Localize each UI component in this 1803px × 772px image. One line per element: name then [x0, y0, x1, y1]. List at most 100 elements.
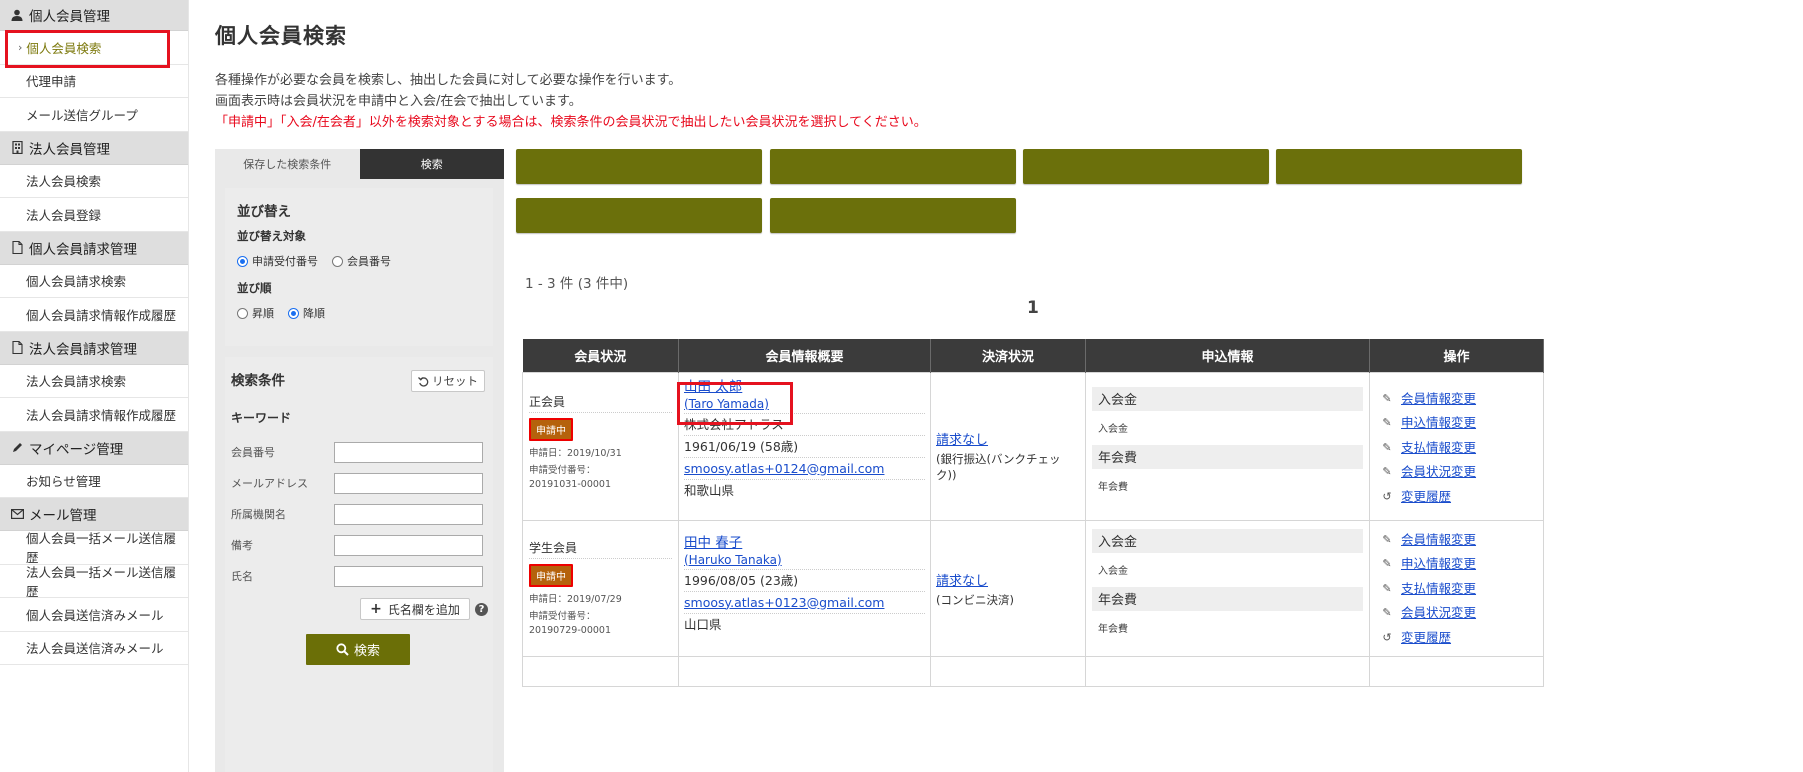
sidebar-section-label: 法人会員請求管理: [29, 341, 137, 358]
sidebar-item-corporate-sent-mail[interactable]: 法人会員送信済みメール: [0, 631, 188, 665]
sidebar-section-individual-billing[interactable]: 個人会員請求管理: [0, 231, 188, 265]
document-icon: [10, 341, 24, 355]
sidebar-item-corporate-bulk-mail[interactable]: 法人会員一括メール送信履歴: [0, 564, 188, 599]
sidebar-section-corporate-billing[interactable]: 法人会員請求管理: [0, 331, 188, 365]
description-line: 画面表示時は会員状況を申請中と入会/在会で抽出しています。: [215, 94, 582, 109]
radio-label: 会員番号: [347, 255, 391, 268]
member-name-link[interactable]: 田中 春子: [684, 535, 925, 552]
member-number-input[interactable]: [334, 441, 483, 463]
page-number-link[interactable]: 1: [1027, 298, 1039, 318]
search-panel: 保存した検索条件 検索 並び替え 並び替え対象 申請受付番号 会員番号 並び順: [215, 149, 504, 772]
search-icon: [336, 643, 349, 656]
op-edit-member[interactable]: ✎ 会員情報変更: [1380, 387, 1543, 412]
status-badge: 申請中: [529, 417, 573, 441]
member-prefecture: 山口県: [684, 616, 722, 632]
sort-target-receipt-radio[interactable]: 申請受付番号: [237, 253, 318, 269]
history-icon: ↺: [1382, 630, 1392, 644]
search-label: 検索: [353, 644, 380, 659]
member-birthdate: 1961/06/19 (58歳): [684, 436, 925, 458]
receipt-label: 申請受付番号：: [529, 610, 596, 622]
name-input[interactable]: [334, 565, 483, 587]
sidebar-section-corporate-members[interactable]: 法人会員管理: [0, 131, 188, 165]
sidebar-item-mail-group[interactable]: メール送信グループ: [0, 98, 188, 132]
op-edit-member[interactable]: ✎ 会員情報変更: [1380, 528, 1543, 553]
member-email-link[interactable]: smoosy.atlas+0124@gmail.com: [684, 461, 884, 476]
sidebar-section-mypage[interactable]: マイページ管理: [0, 431, 188, 465]
sidebar-section-label: マイページ管理: [29, 441, 124, 458]
sidebar-item-individual-search[interactable]: › 個人会員検索: [0, 31, 188, 65]
tab-saved-conditions[interactable]: 保存した検索条件: [215, 149, 360, 179]
sidebar-item-corporate-search[interactable]: 法人会員検索: [0, 164, 188, 198]
sidebar-item-proxy-application[interactable]: 代理申請: [0, 64, 188, 98]
reset-button[interactable]: リセット: [411, 370, 485, 392]
sidebar-section-mail[interactable]: メール管理: [0, 498, 188, 531]
search-button[interactable]: 検索: [306, 634, 410, 665]
op-history[interactable]: ↺ 変更履歴: [1380, 626, 1543, 651]
sidebar-item-individual-sent-mail[interactable]: 個人会員送信済みメール: [0, 598, 188, 632]
sidebar-item-individual-bulk-mail[interactable]: 個人会員一括メール送信履歴: [0, 531, 188, 565]
payment-method: (銀行振込(バンクチェック)): [936, 451, 1061, 482]
sidebar-item-individual-billing-history[interactable]: 個人会員請求情報作成履歴: [0, 298, 188, 332]
field-label: メールアドレス: [231, 477, 308, 490]
email-input[interactable]: [334, 472, 483, 494]
action-button-6[interactable]: [770, 198, 1016, 233]
page-description: 各種操作が必要な会員を検索し、抽出した会員に対して必要な操作を行います。 画面表…: [215, 70, 927, 133]
action-button-1[interactable]: [516, 149, 762, 184]
member-roman-name-link[interactable]: (Haruko Tanaka): [684, 552, 925, 570]
sidebar-item-corporate-billing-search[interactable]: 法人会員請求検索: [0, 364, 188, 398]
sidebar-item-label: 法人会員一括メール送信履歴: [26, 564, 177, 599]
table-header-row: 会員状況 会員情報概要 決済状況 申込情報 操作: [522, 339, 1544, 372]
op-edit-payment[interactable]: ✎ 支払情報変更: [1380, 577, 1543, 602]
name-field: 氏名: [231, 565, 483, 587]
add-name-field-button[interactable]: + 氏名欄を追加: [360, 598, 470, 620]
member-name-link[interactable]: 山田 太郎: [684, 379, 925, 396]
status-cell: 学生会員 申請中 申請日：2019/07/29 申請受付番号： 20190729…: [522, 519, 679, 657]
sidebar-item-label: 個人会員請求検索: [26, 274, 127, 290]
action-button-5[interactable]: [516, 198, 762, 233]
member-roman-name-link[interactable]: (Taro Yamada): [684, 396, 925, 414]
panel-tabs: 保存した検索条件 検索: [215, 149, 504, 179]
sidebar-section-individual-members[interactable]: 個人会員管理: [0, 0, 188, 31]
pencil-icon: ✎: [1382, 416, 1392, 429]
sidebar-item-individual-billing-search[interactable]: 個人会員請求検索: [0, 264, 188, 298]
operations-cell: ✎ 会員情報変更 ✎ 申込情報変更 ✎ 支払情報変更 ✎ 会員状況変更 ↺ 変更履歴: [1369, 519, 1544, 657]
sort-order-asc-radio[interactable]: 昇順: [237, 305, 274, 321]
description-line: 各種操作が必要な会員を検索し、抽出した会員に対して必要な操作を行います。: [215, 73, 682, 88]
payment-status-link[interactable]: 請求なし: [936, 429, 1080, 448]
op-edit-application[interactable]: ✎ 申込情報変更: [1380, 552, 1543, 577]
sidebar-item-label: 個人会員一括メール送信履歴: [26, 531, 177, 566]
op-edit-status[interactable]: ✎ 会員状況変更: [1380, 460, 1543, 485]
sidebar-section-label: 法人会員管理: [29, 141, 110, 158]
sort-target-member-radio[interactable]: 会員番号: [332, 253, 391, 269]
organization-input[interactable]: [334, 503, 483, 525]
op-edit-status[interactable]: ✎ 会員状況変更: [1380, 601, 1543, 626]
sidebar-item-label: 個人会員請求情報作成履歴: [26, 307, 177, 323]
action-button-3[interactable]: [1023, 149, 1269, 184]
field-label: 会員番号: [231, 446, 275, 459]
op-edit-payment[interactable]: ✎ 支払情報変更: [1380, 436, 1543, 461]
action-button-2[interactable]: [770, 149, 1016, 184]
help-icon[interactable]: ?: [475, 603, 488, 616]
fee-heading: 年会費: [1092, 586, 1363, 611]
member-info-cell: 山田 太郎 (Taro Yamada) 株式会社アトラス 1961/06/19 …: [678, 371, 931, 521]
member-number-field: 会員番号: [231, 441, 483, 463]
sidebar-item-corporate-register[interactable]: 法人会員登録: [0, 198, 188, 232]
sort-target-label: 並び替え対象: [237, 229, 306, 243]
member-email-link[interactable]: smoosy.atlas+0123@gmail.com: [684, 595, 884, 610]
op-edit-application[interactable]: ✎ 申込情報変更: [1380, 411, 1543, 436]
sidebar-item-corporate-billing-history[interactable]: 法人会員請求情報作成履歴: [0, 398, 188, 432]
tab-search[interactable]: 検索: [359, 149, 504, 179]
note-input[interactable]: [334, 534, 483, 556]
action-button-4[interactable]: [1276, 149, 1522, 184]
sort-order-desc-radio[interactable]: 降順: [288, 305, 325, 321]
sidebar-item-notice-management[interactable]: お知らせ管理: [0, 464, 188, 498]
pencil-icon: [10, 441, 24, 455]
header-status: 会員状況: [522, 339, 679, 372]
payment-status-link[interactable]: 請求なし: [936, 570, 1080, 589]
keyword-label: キーワード: [231, 411, 292, 425]
table-row: 正会員 申請中 申請日：2019/10/31 申請受付番号： 20191031-…: [522, 371, 1544, 521]
description-warning: 「申請中」「入会/在会者」以外を検索対象とする場合は、検索条件の会員状況で抽出し…: [215, 115, 927, 130]
sidebar: 個人会員管理 › 個人会員検索 代理申請 メール送信グループ 法人会員管理 法人…: [0, 0, 189, 772]
op-history[interactable]: ↺ 変更履歴: [1380, 485, 1543, 510]
member-birthdate: 1996/08/05 (23歳): [684, 570, 925, 592]
